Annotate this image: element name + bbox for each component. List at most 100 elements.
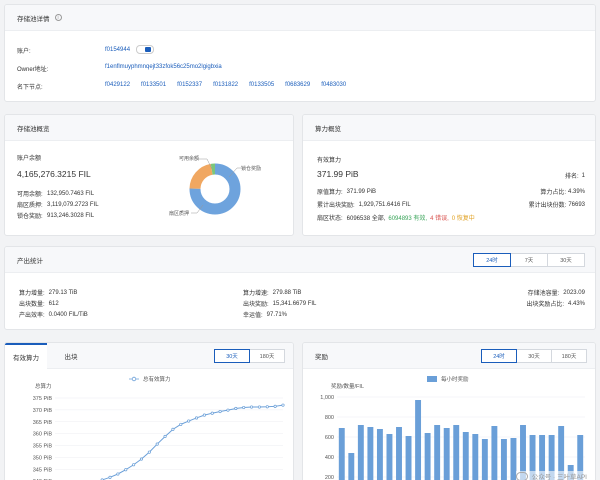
power-data-point[interactable] xyxy=(139,457,144,461)
peer-node-link[interactable]: f0131822 xyxy=(213,82,238,88)
reward-bar[interactable] xyxy=(415,400,422,480)
power-data-point[interactable] xyxy=(273,404,277,408)
power-data-point[interactable] xyxy=(226,408,230,412)
power-data-point[interactable] xyxy=(210,411,214,415)
peer-node-link[interactable]: f0483030 xyxy=(321,82,346,88)
reward-bar[interactable] xyxy=(491,426,498,480)
reward-bar[interactable] xyxy=(386,434,393,480)
peer-node-link[interactable]: f0133501 xyxy=(141,82,166,88)
power-data-point[interactable] xyxy=(202,413,206,417)
power-data-point[interactable] xyxy=(116,472,120,476)
power-data-point[interactable] xyxy=(171,427,175,431)
power-data-point[interactable] xyxy=(187,419,191,423)
range-30d-button[interactable]: 30天 xyxy=(214,349,250,363)
range-30d-button[interactable]: 30天 xyxy=(547,253,585,267)
range-24h-button[interactable]: 24时 xyxy=(473,253,511,267)
range-30d-button[interactable]: 30天 xyxy=(516,349,552,363)
rank-value: 1 xyxy=(581,172,585,179)
total-blocks-value: 76693 xyxy=(568,201,585,208)
tab-blocks[interactable]: 出块 xyxy=(51,343,91,369)
miner-detail-panel: 存储池详情 i 账户: f0154944 Owner地址: f1enflmuyp… xyxy=(4,4,596,102)
power-data-point[interactable] xyxy=(179,422,183,426)
range-24h-button[interactable]: 24时 xyxy=(481,349,517,363)
power-share-value: 4.39% xyxy=(567,188,585,195)
raw-power-value: 371.99 PiB xyxy=(346,188,377,195)
output-range-selector: 24时 7天 30天 xyxy=(473,253,585,267)
reward-y-tick-label: 200 xyxy=(325,475,334,480)
power-delta-value: 279.88 TiB xyxy=(272,289,302,296)
sector-pledge-label: 扇区质押: xyxy=(17,203,43,209)
sector-pledge-value: 3,119,079.2723 FIL xyxy=(47,201,99,208)
power-data-point[interactable] xyxy=(242,405,246,410)
pool-overview-title: 存储池概览 xyxy=(17,125,50,133)
power-delta-label: 算力增速: xyxy=(243,291,269,297)
account-value[interactable]: f0154944 xyxy=(105,47,130,53)
miner-detail-title: 存储池详情 xyxy=(17,15,50,23)
total-blocks-label: 累计出块份数: xyxy=(528,203,567,209)
peer-node-link[interactable]: f0683629 xyxy=(285,82,310,88)
reward-bar[interactable] xyxy=(338,428,345,480)
reward-bar[interactable] xyxy=(462,432,469,480)
power-data-point[interactable] xyxy=(234,406,238,411)
total-reward-value: 1,929,751.6416 FIL xyxy=(358,201,411,208)
sector-faulty: 4 错误, xyxy=(430,216,449,222)
reward-bar[interactable] xyxy=(376,429,383,480)
power-y-tick-label: 370 PiB xyxy=(33,408,53,414)
tag-icon[interactable] xyxy=(136,45,155,54)
donut-label-available: 可用余额 xyxy=(179,155,199,162)
power-data-point[interactable] xyxy=(155,442,159,446)
reward-bar[interactable] xyxy=(424,433,431,480)
peer-node-link[interactable]: f0429122 xyxy=(105,82,130,88)
power-data-point[interactable] xyxy=(218,409,222,414)
power-growth-label: 算力增量: xyxy=(19,291,45,297)
output-stats-panel: 产出统计 24时 7天 30天 算力增量: 279.13 TiB 出块数量: 6… xyxy=(4,246,596,330)
power-data-point[interactable] xyxy=(265,405,269,409)
power-data-point[interactable] xyxy=(147,450,151,454)
reward-legend-label: 每小时奖励 xyxy=(441,375,469,383)
reward-bar[interactable] xyxy=(481,439,488,480)
power-y-axis-title: 总算力 xyxy=(35,382,52,390)
reward-bar[interactable] xyxy=(357,425,364,480)
reward-share-label: 出块奖励占比: xyxy=(526,302,564,308)
peer-node-link[interactable]: f0152337 xyxy=(177,82,202,88)
reward-range-selector: 24时 30天 180天 xyxy=(481,349,587,363)
raw-power-label: 原值算力: xyxy=(317,190,343,196)
tab-effective-power[interactable]: 有效算力 xyxy=(5,343,47,369)
reward-bar[interactable] xyxy=(434,425,441,480)
reward-bar[interactable] xyxy=(453,425,460,480)
effective-power-value: 371.99 PiB xyxy=(317,169,359,179)
reward-bar[interactable] xyxy=(348,453,355,480)
power-data-point[interactable] xyxy=(257,405,261,409)
reward-share-value: 4.43% xyxy=(567,300,585,307)
sector-recovering: 0 恢复中 xyxy=(451,216,475,222)
reward-bar[interactable] xyxy=(367,427,374,480)
power-data-point[interactable] xyxy=(281,403,285,407)
range-180d-button[interactable]: 180天 xyxy=(249,349,285,363)
power-data-point[interactable] xyxy=(132,463,136,467)
peer-node-link[interactable]: f0133505 xyxy=(249,82,274,88)
power-data-point[interactable] xyxy=(250,405,254,409)
locked-value: 913,246.3028 FIL xyxy=(47,212,95,219)
range-180d-button[interactable]: 180天 xyxy=(551,349,587,363)
balance-donut-chart: 可用余额 锁仓奖励 扇区质押 xyxy=(169,155,261,217)
power-data-point[interactable] xyxy=(163,434,167,439)
reward-bar-chart: 每小时奖励 奖励/数量/FIL 200 400 600 800 1,000 xyxy=(320,375,585,480)
owner-address-link[interactable]: f1enflmuyphmnqejt33zfok56c25mo2lgigbxia xyxy=(105,64,222,70)
sector-active: 6094893 有效, xyxy=(388,216,428,222)
power-data-point[interactable] xyxy=(108,475,112,479)
info-icon[interactable]: i xyxy=(54,14,62,21)
reward-bar[interactable] xyxy=(405,436,412,480)
available-label: 可用余额: xyxy=(17,192,43,198)
power-growth-value: 279.13 TiB xyxy=(48,289,78,296)
reward-bar[interactable] xyxy=(472,434,479,480)
power-data-point[interactable] xyxy=(194,416,199,420)
lucky-label: 幸运值: xyxy=(243,313,263,319)
reward-bar[interactable] xyxy=(500,439,507,480)
power-data-point[interactable] xyxy=(124,468,128,472)
efficiency-value: 0.0400 FIL/TiB xyxy=(48,311,88,318)
range-7d-button[interactable]: 7天 xyxy=(510,253,548,267)
rank-label: 排名: xyxy=(564,174,579,180)
watermark-text: 公众号 · 三叶草API xyxy=(531,474,587,480)
reward-bar[interactable] xyxy=(396,427,402,480)
reward-bar[interactable] xyxy=(443,428,450,480)
